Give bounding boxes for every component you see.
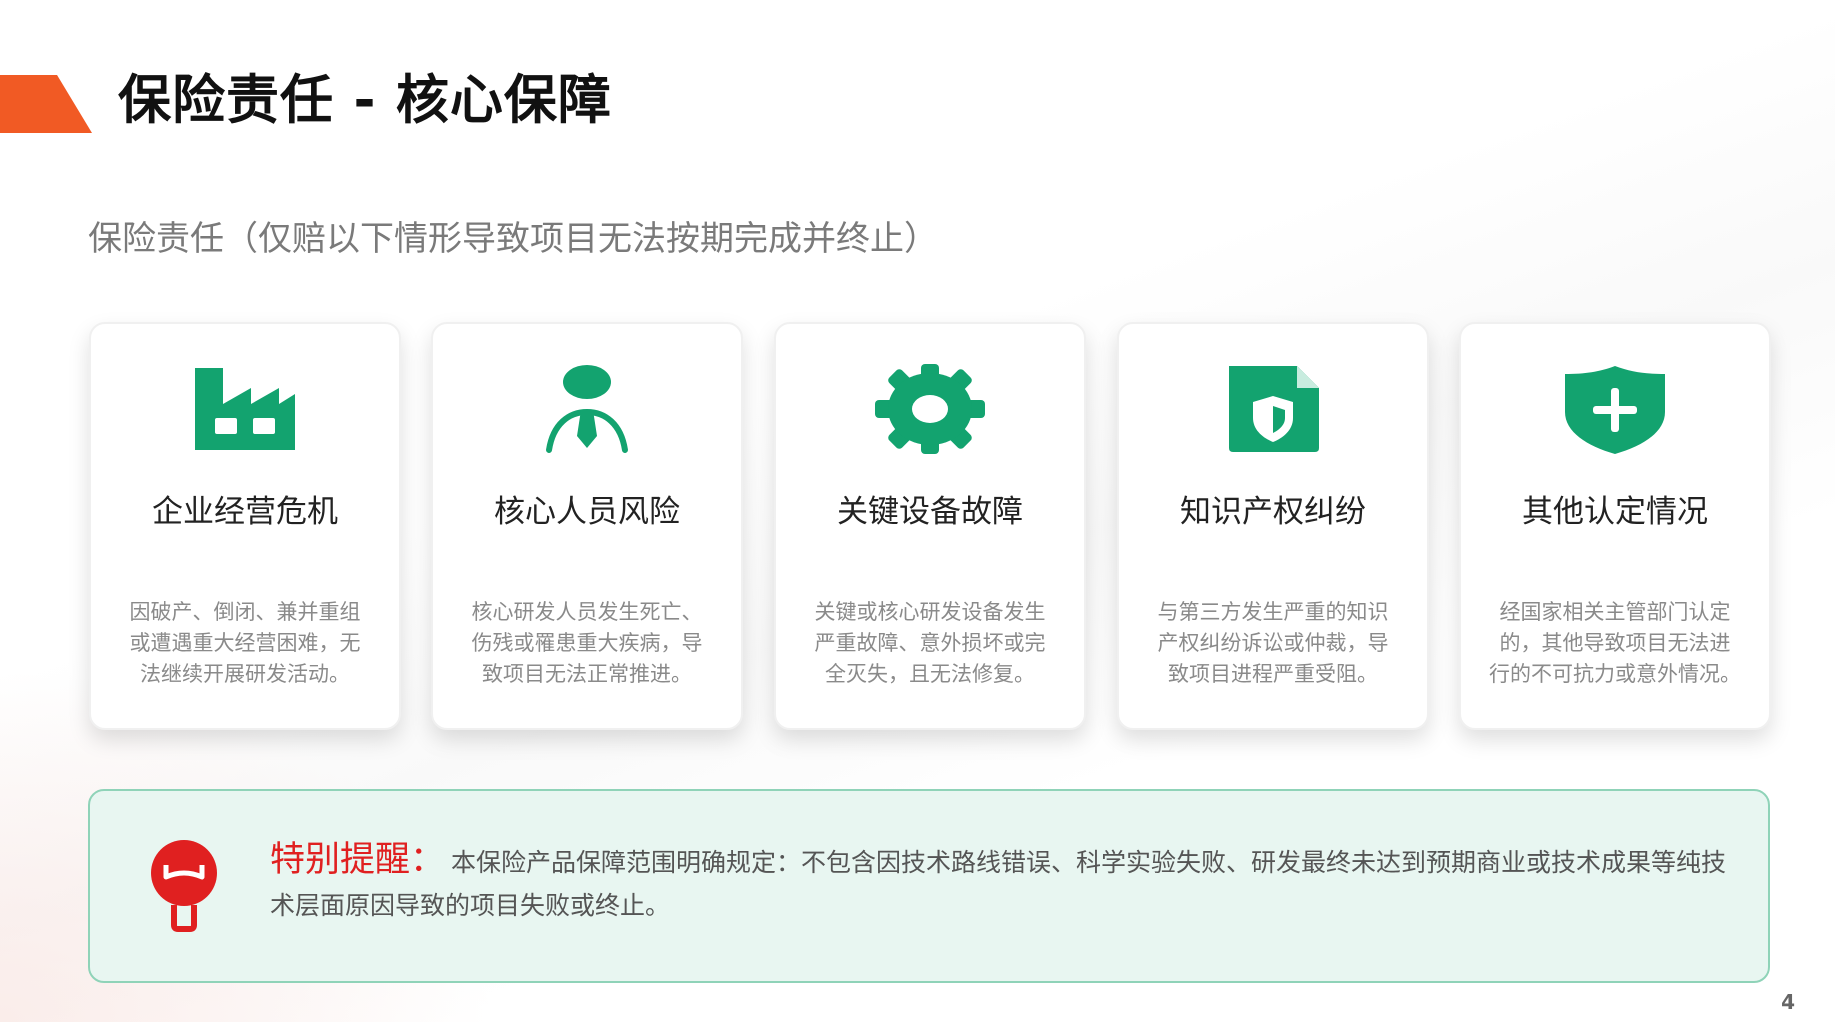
card-description: 关键或核心研发设备发生 严重故障、意外损坏或完 全灭失，且无法修复。 (800, 597, 1060, 690)
coverage-cards: 企业经营危机 因破产、倒闭、兼并重组 或遭遇重大经营困难，无 法继续开展研发活动… (89, 322, 1771, 730)
card-description-line: 法继续开展研发活动。 (140, 662, 350, 686)
card-title: 知识产权纠纷 (1180, 494, 1366, 530)
document-shield-icon (1213, 362, 1333, 456)
card-description-line: 关键或核心研发设备发生 (814, 600, 1046, 624)
notice-text: 特别提醒： 本保险产品保障范围明确规定：不包含因技术路线错误、科学实验失败、研发最… (270, 839, 1728, 927)
notice-body: 本保险产品保障范围明确规定：不包含因技术路线错误、科学实验失败、研发最终未达到预… (270, 848, 1727, 920)
special-notice-box: 特别提醒： 本保险产品保障范围明确规定：不包含因技术路线错误、科学实验失败、研发最… (88, 789, 1770, 983)
card-title: 关键设备故障 (837, 494, 1023, 530)
card-title: 核心人员风险 (494, 494, 680, 530)
card-description-line: 或遭遇重大经营困难，无 (129, 631, 361, 655)
coverage-card-key-personnel: 核心人员风险 核心研发人员发生死亡、 伤残或罹患重大疾病，导 致项目无法正常推进… (431, 322, 743, 730)
card-title: 其他认定情况 (1522, 494, 1708, 530)
page-subtitle: 保险责任（仅赔以下情形导致项目无法按期完成并终止） (88, 219, 938, 259)
shield-plus-icon (1555, 362, 1675, 456)
card-description-line: 全灭失，且无法修复。 (825, 662, 1035, 686)
card-description: 与第三方发生严重的知识 产权纠纷诉讼或仲裁，导 致项目进程严重受阻。 (1143, 597, 1403, 690)
card-description: 因破产、倒闭、兼并重组 或遭遇重大经营困难，无 法继续开展研发活动。 (115, 597, 375, 690)
lightbulb-icon (148, 839, 220, 935)
factory-icon (185, 362, 305, 456)
card-description-line: 致项目进程严重受阻。 (1168, 662, 1378, 686)
card-description: 经国家相关主管部门认定 的，其他导致项目无法进 行的不可抗力或意外情况。 (1485, 597, 1745, 690)
card-description-line: 产权纠纷诉讼或仲裁，导 (1157, 631, 1389, 655)
coverage-card-business-crisis: 企业经营危机 因破产、倒闭、兼并重组 或遭遇重大经营困难，无 法继续开展研发活动… (89, 322, 401, 730)
card-description-line: 经国家相关主管部门认定 (1499, 600, 1731, 624)
card-description: 核心研发人员发生死亡、 伤残或罹患重大疾病，导 致项目无法正常推进。 (457, 597, 717, 690)
notice-label: 特别提醒： (270, 840, 446, 880)
page-title: 保险责任 - 核心保障 (118, 70, 612, 131)
card-description-line: 的，其他导致项目无法进 (1499, 631, 1731, 655)
card-description-line: 严重故障、意外损坏或完 (814, 631, 1046, 655)
gear-icon (870, 362, 990, 456)
coverage-card-equipment-failure: 关键设备故障 关键或核心研发设备发生 严重故障、意外损坏或完 全灭失，且无法修复… (774, 322, 1086, 730)
card-description-line: 因破产、倒闭、兼并重组 (129, 600, 361, 624)
card-description-line: 与第三方发生严重的知识 (1157, 600, 1389, 624)
coverage-card-ip-dispute: 知识产权纠纷 与第三方发生严重的知识 产权纠纷诉讼或仲裁，导 致项目进程严重受阻… (1117, 322, 1429, 730)
card-title: 企业经营危机 (152, 494, 338, 530)
coverage-card-other-cases: 其他认定情况 经国家相关主管部门认定 的，其他导致项目无法进 行的不可抗力或意外… (1459, 322, 1771, 730)
person-tie-icon (527, 362, 647, 456)
card-description-line: 伤残或罹患重大疾病，导 (471, 631, 703, 655)
page-number: 4 (1781, 990, 1795, 1014)
card-description-line: 行的不可抗力或意外情况。 (1489, 662, 1741, 686)
card-description-line: 核心研发人员发生死亡、 (471, 600, 703, 624)
card-description-line: 致项目无法正常推进。 (482, 662, 692, 686)
